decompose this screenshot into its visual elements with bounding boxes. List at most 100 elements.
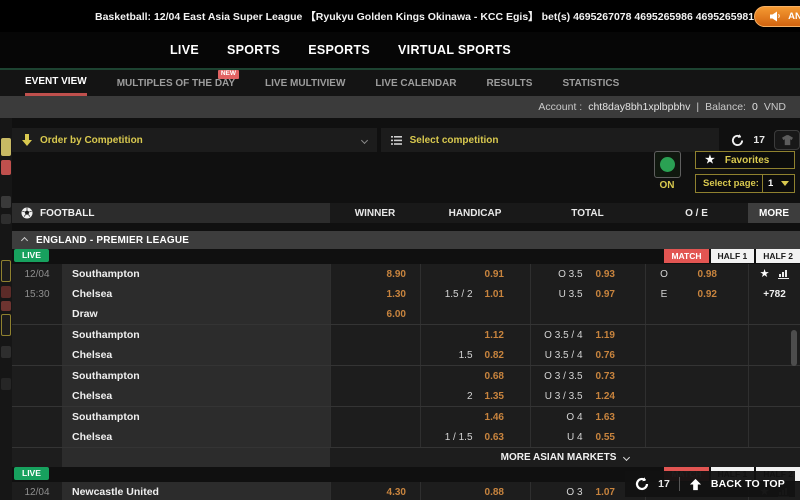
star-icon[interactable]: ★ <box>760 269 770 280</box>
winner-odds-cell[interactable]: 4.30 <box>330 482 420 500</box>
handicap-cell[interactable]: 1.50.82 <box>420 345 530 365</box>
nav-sports[interactable]: SPORTS <box>227 43 280 57</box>
tab-half2[interactable]: HALF 2 <box>756 249 800 263</box>
announcements-button[interactable]: ANNOUNCEMENTS <box>754 6 800 27</box>
handicap-cell[interactable]: 21.35 <box>420 386 530 406</box>
jersey-filter-button[interactable] <box>774 130 800 150</box>
tab-results[interactable]: RESULTS <box>487 70 533 96</box>
tab-half1[interactable]: HALF 1 <box>711 249 755 263</box>
arrow-up-icon[interactable] <box>689 478 702 491</box>
team-cell[interactable]: Southampton <box>62 366 330 386</box>
live-badge: LIVE <box>14 467 49 480</box>
total-odds[interactable]: 0.76 <box>596 350 615 361</box>
handicap-cell[interactable]: 0.68 <box>420 366 530 386</box>
oe-odds[interactable]: 0.92 <box>687 289 717 300</box>
winner-odds-cell[interactable]: 6.00 <box>330 304 420 324</box>
tab-live-multiview[interactable]: LIVE MULTIVIEW <box>265 70 345 96</box>
more-asian-markets-button[interactable]: MORE ASIAN MARKETS <box>330 448 800 467</box>
total-odds[interactable]: 0.97 <box>596 289 615 300</box>
total-odds[interactable]: 1.63 <box>596 412 615 423</box>
handicap-cell[interactable]: 1 / 1.50.63 <box>420 427 530 447</box>
handicap-cell[interactable]: 0.88 <box>420 482 530 500</box>
ticker-text: Basketball: 12/04 East Asia Super League… <box>95 9 754 24</box>
select-competition-dropdown[interactable]: Select competition <box>381 128 720 152</box>
total-cell[interactable]: O 3.50.93 <box>530 264 645 284</box>
favorites-label: Favorites <box>725 155 769 166</box>
winner-odds-cell <box>330 407 420 427</box>
oe-odds[interactable]: 0.98 <box>687 269 717 280</box>
team-cell[interactable]: Southampton <box>62 407 330 427</box>
handicap-cell[interactable]: 1.5 / 21.01 <box>420 284 530 304</box>
team-cell[interactable]: Chelsea <box>62 345 330 365</box>
total-cell[interactable]: U 40.55 <box>530 427 645 447</box>
team-name: Chelsea <box>72 390 112 402</box>
team-cell[interactable]: Chelsea <box>62 427 330 447</box>
winner-odds[interactable]: 6.00 <box>387 309 406 320</box>
total-odds[interactable]: 1.24 <box>596 391 615 402</box>
tab-multiples-of-the-day[interactable]: MULTIPLES OF THE DAY NEW <box>117 70 235 96</box>
total-cell[interactable]: O 3.5 / 41.19 <box>530 325 645 345</box>
tab-statistics[interactable]: STATISTICS <box>562 70 619 96</box>
col-handicap: HANDICAP <box>420 208 530 219</box>
total-cell[interactable]: U 3.5 / 40.76 <box>530 345 645 365</box>
winner-odds[interactable]: 4.30 <box>387 487 406 498</box>
total-odds[interactable]: 0.73 <box>596 371 615 382</box>
extra-bets-count[interactable]: +782 <box>763 289 786 300</box>
total-cell[interactable]: U 3.50.97 <box>530 284 645 304</box>
team-cell[interactable]: Chelsea <box>62 284 330 304</box>
total-odds[interactable]: 1.19 <box>596 330 615 341</box>
back-to-top-button[interactable]: BACK TO TOP <box>711 478 785 490</box>
team-cell[interactable]: Southampton <box>62 325 330 345</box>
bar-chart-icon[interactable] <box>778 269 789 279</box>
winner-odds[interactable]: 8.90 <box>387 269 406 280</box>
oe-cell[interactable]: O0.98 <box>645 264 748 284</box>
nav-live[interactable]: LIVE <box>170 43 199 57</box>
league-header[interactable]: ENGLAND - PREMIER LEAGUE <box>12 231 800 249</box>
tab-event-view[interactable]: EVENT VIEW <box>25 70 87 96</box>
tab-live-calendar[interactable]: LIVE CALENDAR <box>375 70 456 96</box>
refresh-icon[interactable] <box>635 477 649 491</box>
handicap-odds[interactable]: 0.91 <box>485 269 504 280</box>
team-cell[interactable]: Southampton <box>62 264 330 284</box>
oe-cell[interactable]: E0.92 <box>645 284 748 304</box>
live-toggle[interactable] <box>654 151 681 178</box>
favorites-button[interactable]: ★ Favorites <box>695 151 795 169</box>
handicap-cell[interactable]: 1.46 <box>420 407 530 427</box>
nav-esports[interactable]: ESPORTS <box>308 43 370 57</box>
col-more-button[interactable]: MORE <box>748 203 800 223</box>
handicap-cell[interactable]: 1.12 <box>420 325 530 345</box>
refresh-icon[interactable] <box>731 134 744 147</box>
order-by-dropdown[interactable]: Order by Competition <box>12 128 377 152</box>
team-cell[interactable]: Newcastle United <box>62 482 330 500</box>
winner-odds-cell[interactable]: 1.30 <box>330 284 420 304</box>
handicap-odds[interactable]: 1.46 <box>485 412 504 423</box>
handicap-cell[interactable]: 0.91 <box>420 264 530 284</box>
nav-virtual-sports[interactable]: VIRTUAL SPORTS <box>398 43 511 57</box>
total-odds[interactable]: 0.93 <box>596 269 615 280</box>
scrollbar-thumb[interactable] <box>791 330 797 366</box>
winner-odds-cell[interactable]: 8.90 <box>330 264 420 284</box>
total-odds[interactable]: 0.55 <box>596 432 615 443</box>
more-cell[interactable]: +782 <box>748 284 800 304</box>
team-cell[interactable]: Chelsea <box>62 386 330 406</box>
currency-label: VND <box>764 101 786 113</box>
page-dropdown[interactable]: 1 <box>762 175 794 192</box>
match-date <box>12 304 62 324</box>
handicap-odds[interactable]: 1.01 <box>485 289 504 300</box>
total-cell[interactable]: U 3 / 3.51.24 <box>530 386 645 406</box>
handicap-odds[interactable]: 0.63 <box>485 432 504 443</box>
handicap-odds[interactable]: 0.88 <box>485 487 504 498</box>
total-cell[interactable]: O 41.63 <box>530 407 645 427</box>
total-cell[interactable]: O 3 / 3.50.73 <box>530 366 645 386</box>
winner-odds[interactable]: 1.30 <box>387 289 406 300</box>
handicap-odds[interactable]: 0.68 <box>485 371 504 382</box>
winner-odds-cell <box>330 366 420 386</box>
handicap-odds[interactable]: 0.82 <box>485 350 504 361</box>
total-odds[interactable]: 1.07 <box>596 487 615 498</box>
tab-match[interactable]: MATCH <box>664 249 708 263</box>
sport-header[interactable]: FOOTBALL <box>12 203 330 223</box>
toggle-label: ON <box>652 180 682 191</box>
team-cell[interactable]: Draw <box>62 304 330 324</box>
handicap-odds[interactable]: 1.12 <box>485 330 504 341</box>
handicap-odds[interactable]: 1.35 <box>485 391 504 402</box>
